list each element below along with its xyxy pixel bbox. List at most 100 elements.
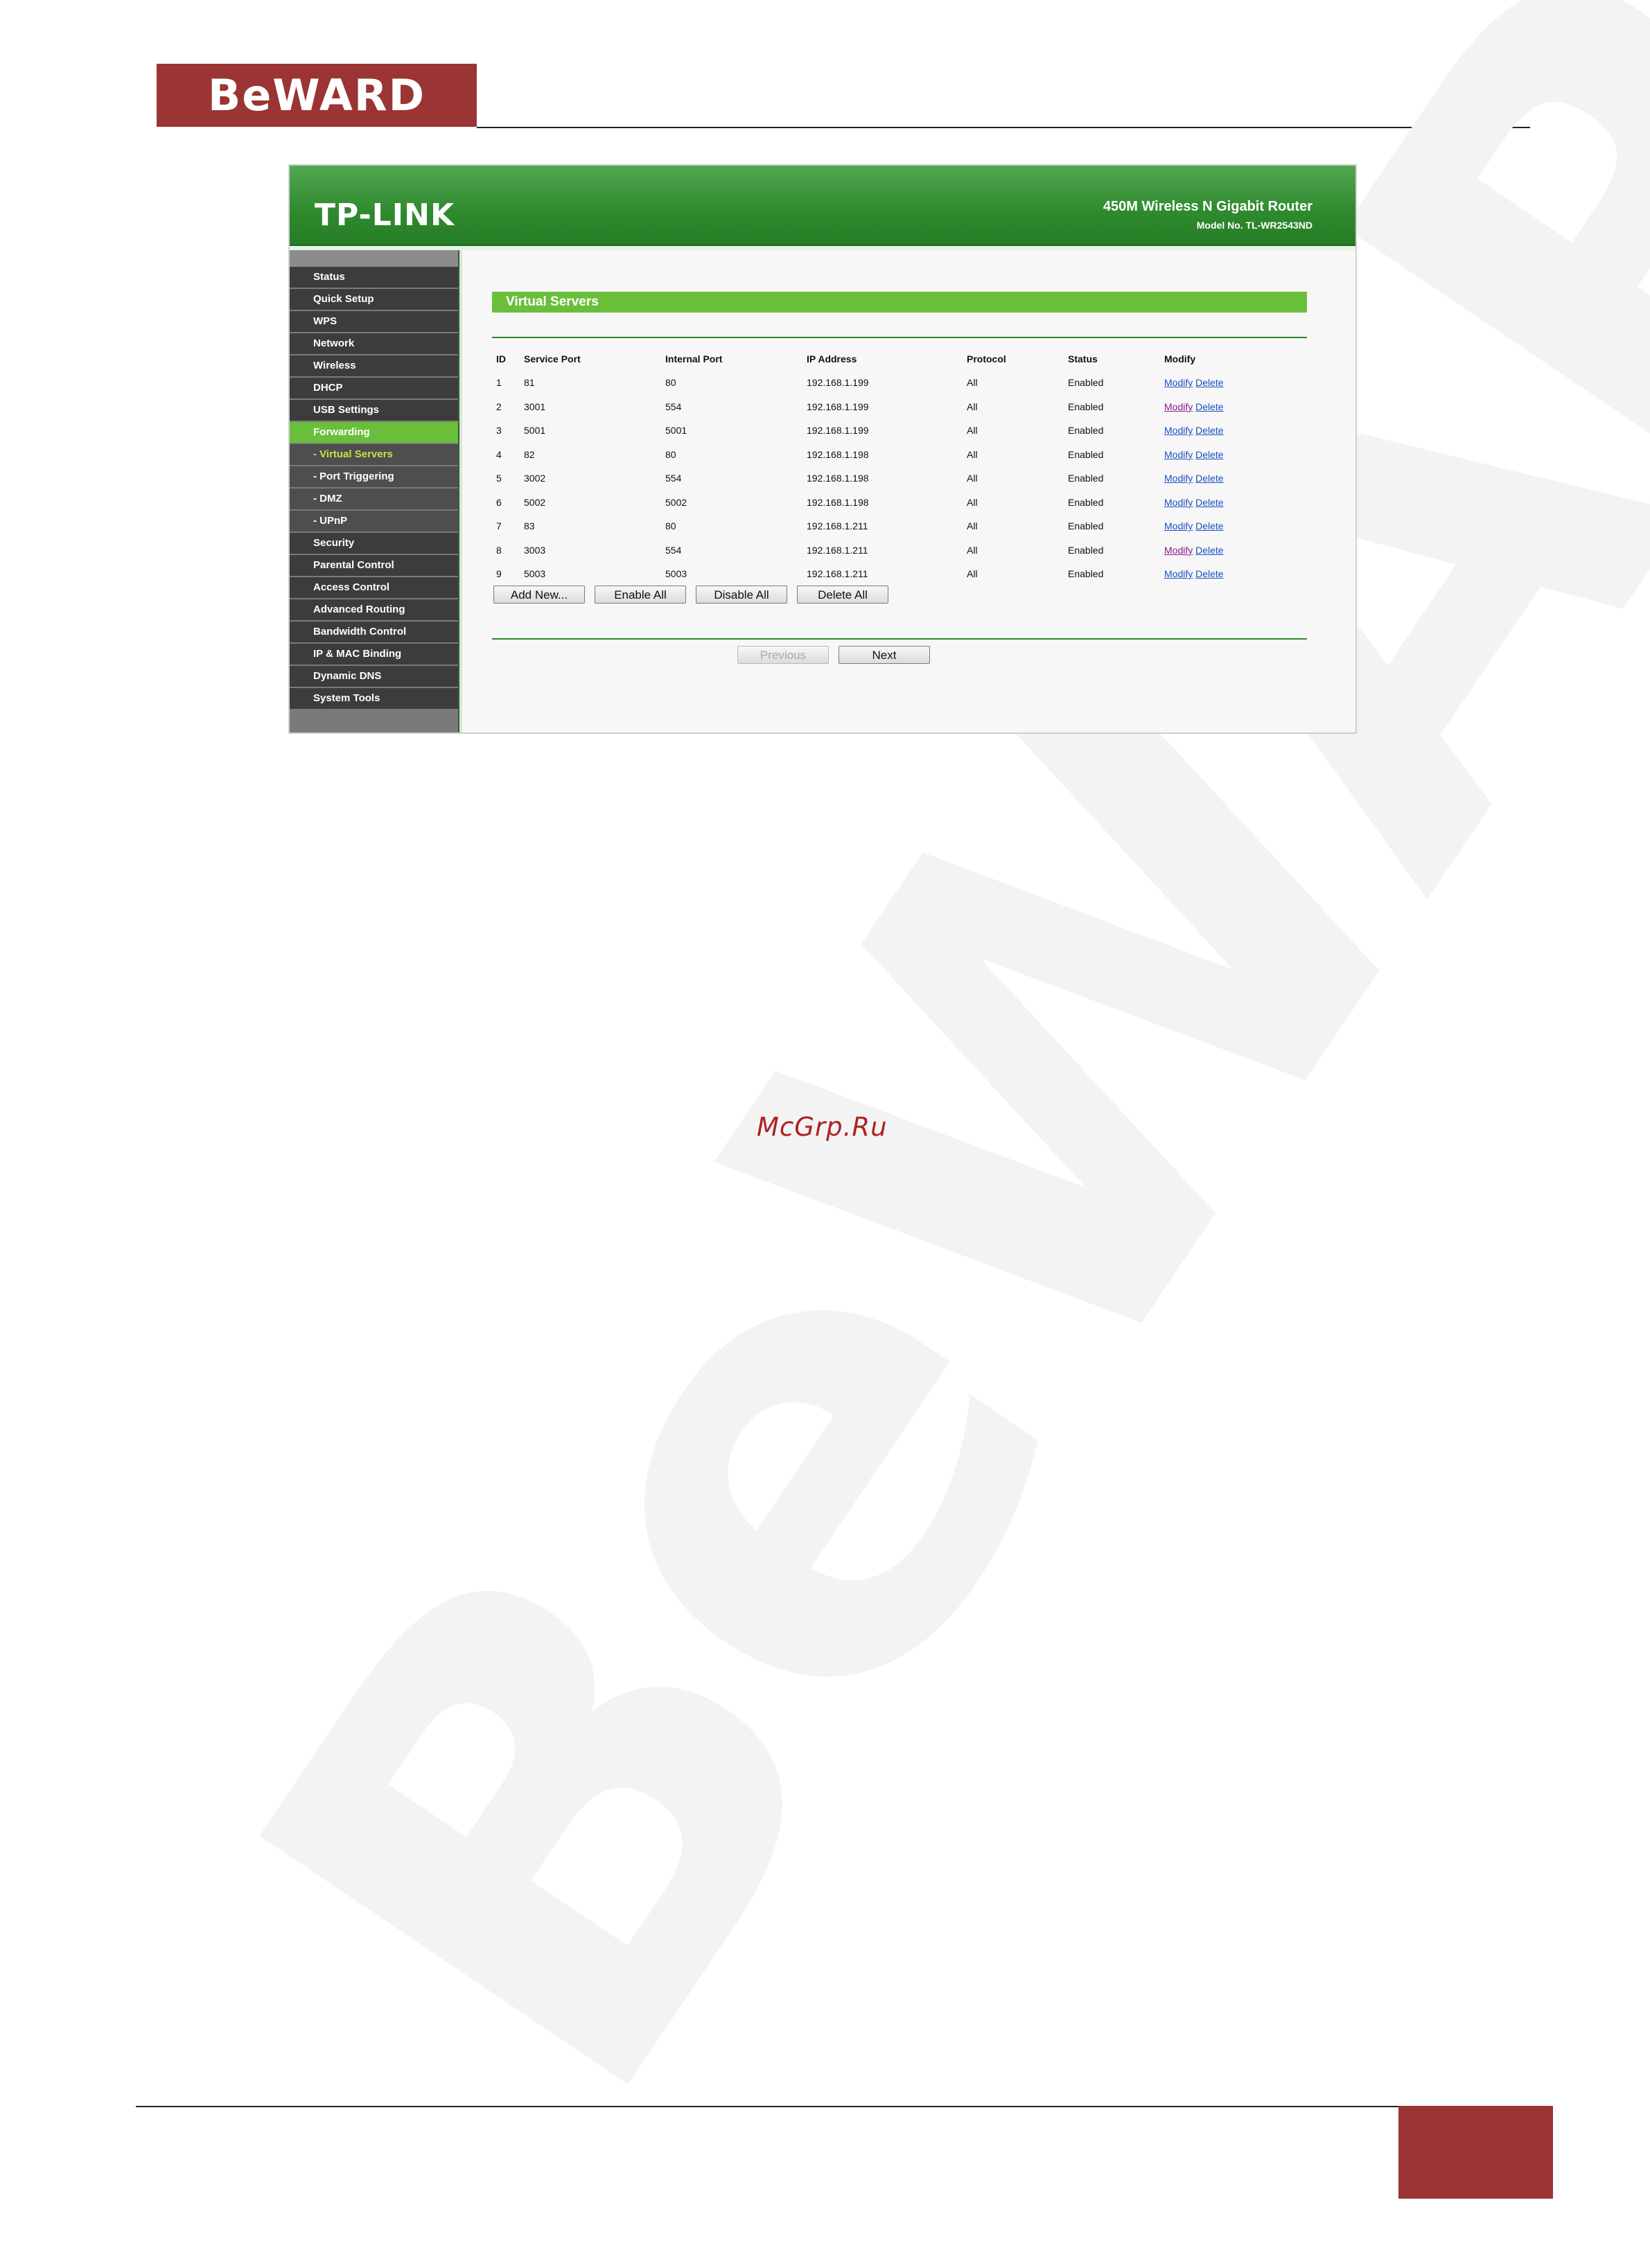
modify-link[interactable]: Modify xyxy=(1164,568,1193,579)
cell-modify: Modify Delete xyxy=(1160,419,1303,443)
col-id: ID xyxy=(496,353,506,364)
previous-button[interactable]: Previous xyxy=(737,646,829,664)
delete-link[interactable]: Delete xyxy=(1195,401,1223,412)
cell-id: 8 xyxy=(496,544,502,556)
sidebar-item-parental-control[interactable]: Parental Control xyxy=(290,555,458,576)
cell-service-port: 3002 xyxy=(524,473,546,484)
bottom-rule xyxy=(492,638,1307,640)
delete-link[interactable]: Delete xyxy=(1195,449,1223,460)
cell-protocol: All xyxy=(967,377,978,389)
table-row: 5 3002 554 192.168.1.198 All Enabled Modify De… xyxy=(492,466,1303,491)
sidebar-item-bandwidth-control[interactable]: Bandwidth Control xyxy=(290,622,458,642)
cell-modify: Modify Delete xyxy=(1160,491,1303,515)
add-new-button[interactable]: Add New... xyxy=(493,586,585,604)
cell-internal-port: 5003 xyxy=(665,568,687,580)
sidebar-item-security[interactable]: Security xyxy=(290,533,458,554)
cell-modify: Modify Delete xyxy=(1160,562,1303,586)
sidebar-item-upnp[interactable]: - UPnP xyxy=(290,511,458,531)
cell-protocol: All xyxy=(967,425,978,437)
virtual-servers-table: ID Service Port Internal Port IP Address… xyxy=(492,347,1303,586)
delete-link[interactable]: Delete xyxy=(1195,545,1223,556)
cell-protocol: All xyxy=(967,401,978,412)
cell-ip-address: 192.168.1.198 xyxy=(807,496,869,508)
cell-modify: Modify Delete xyxy=(1160,466,1303,491)
modify-link[interactable]: Modify xyxy=(1164,401,1193,412)
sidebar-item-ip-mac-binding[interactable]: IP & MAC Binding xyxy=(290,644,458,665)
sidebar-item-status[interactable]: Status xyxy=(290,267,458,288)
modify-link[interactable]: Modify xyxy=(1164,520,1193,531)
delete-link[interactable]: Delete xyxy=(1195,497,1223,508)
cell-protocol: All xyxy=(967,496,978,508)
modify-link[interactable]: Modify xyxy=(1164,473,1193,484)
cell-id: 6 xyxy=(496,496,502,508)
cell-service-port: 3001 xyxy=(524,401,546,412)
next-button[interactable]: Next xyxy=(839,646,930,664)
cell-modify: Modify Delete xyxy=(1160,395,1303,419)
cell-id: 4 xyxy=(496,448,502,460)
cell-internal-port: 80 xyxy=(665,377,676,389)
footer-rule xyxy=(136,2106,1398,2107)
site-label: McGrp.Ru xyxy=(757,1112,888,1142)
router-model-number: Model No. TL-WR2543ND xyxy=(1196,220,1313,231)
table-row: 7 83 80 192.168.1.211 All Enabled Modify Delet… xyxy=(492,514,1303,538)
cell-protocol: All xyxy=(967,520,978,532)
cell-status: Enabled xyxy=(1068,377,1104,389)
modify-link[interactable]: Modify xyxy=(1164,377,1193,388)
delete-link[interactable]: Delete xyxy=(1195,425,1223,436)
table-header-row: ID Service Port Internal Port IP Address… xyxy=(492,347,1303,371)
sidebar-item-system-tools[interactable]: System Tools xyxy=(290,688,458,709)
col-ip-address: IP Address xyxy=(807,353,857,364)
sidebar-item-quick-setup[interactable]: Quick Setup xyxy=(290,289,458,310)
cell-ip-address: 192.168.1.211 xyxy=(807,544,868,556)
cell-internal-port: 80 xyxy=(665,520,676,532)
cell-ip-address: 192.168.1.211 xyxy=(807,520,868,532)
title-rule xyxy=(492,337,1307,338)
delete-link[interactable]: Delete xyxy=(1195,473,1223,484)
modify-link[interactable]: Modify xyxy=(1164,497,1193,508)
sidebar-item-dynamic-dns[interactable]: Dynamic DNS xyxy=(290,666,458,687)
delete-all-button[interactable]: Delete All xyxy=(797,586,888,604)
cell-internal-port: 5002 xyxy=(665,496,687,508)
sidebar-item-port-triggering[interactable]: - Port Triggering xyxy=(290,466,458,487)
modify-link[interactable]: Modify xyxy=(1164,545,1193,556)
modify-link[interactable]: Modify xyxy=(1164,449,1193,460)
cell-modify: Modify Delete xyxy=(1160,514,1303,538)
table-row: 8 3003 554 192.168.1.211 All Enabled Modify De… xyxy=(492,538,1303,563)
sidebar-item-access-control[interactable]: Access Control xyxy=(290,577,458,598)
sidebar-item-dhcp[interactable]: DHCP xyxy=(290,378,458,398)
sidebar-item-forwarding[interactable]: Forwarding xyxy=(290,422,458,443)
sidebar-item-wireless[interactable]: Wireless xyxy=(290,355,458,376)
sidebar-item-network[interactable]: Network xyxy=(290,333,458,354)
sidebar-item-usb-settings[interactable]: USB Settings xyxy=(290,400,458,421)
cell-status: Enabled xyxy=(1068,473,1104,484)
page-title: Virtual Servers xyxy=(492,292,1307,313)
delete-link[interactable]: Delete xyxy=(1195,520,1223,531)
cell-ip-address: 192.168.1.198 xyxy=(807,448,869,460)
router-model-title: 450M Wireless N Gigabit Router xyxy=(1103,199,1313,214)
main-content: Virtual Servers ID Service Port Internal… xyxy=(464,250,1354,732)
router-header: TP-LINK 450M Wireless N Gigabit Router M… xyxy=(290,166,1355,250)
cell-service-port: 5001 xyxy=(524,425,546,437)
table-row: 6 5002 5002 192.168.1.198 All Enabled Modify D… xyxy=(492,491,1303,515)
table-row: 1 81 80 192.168.1.199 All Enabled Modify Delet… xyxy=(492,371,1303,395)
enable-all-button[interactable]: Enable All xyxy=(595,586,686,604)
table-row: 4 82 80 192.168.1.198 All Enabled Modify Delet… xyxy=(492,443,1303,467)
sidebar-item-wps[interactable]: WPS xyxy=(290,311,458,332)
cell-status: Enabled xyxy=(1068,544,1104,556)
delete-link[interactable]: Delete xyxy=(1195,568,1223,579)
col-service-port: Service Port xyxy=(524,353,581,364)
cell-status: Enabled xyxy=(1068,568,1104,580)
disable-all-button[interactable]: Disable All xyxy=(696,586,787,604)
sidebar-item-dmz[interactable]: - DMZ xyxy=(290,489,458,509)
tp-link-logo: TP-LINK xyxy=(315,197,455,233)
cell-id: 5 xyxy=(496,473,502,484)
beward-watermark: BeWARD xyxy=(127,0,1650,2212)
cell-internal-port: 5001 xyxy=(665,425,687,437)
cell-internal-port: 554 xyxy=(665,544,682,556)
cell-status: Enabled xyxy=(1068,448,1104,460)
delete-link[interactable]: Delete xyxy=(1195,377,1223,388)
sidebar-item-advanced-routing[interactable]: Advanced Routing xyxy=(290,599,458,620)
sidebar-item-virtual-servers[interactable]: - Virtual Servers xyxy=(290,444,458,465)
cell-protocol: All xyxy=(967,544,978,556)
modify-link[interactable]: Modify xyxy=(1164,425,1193,436)
